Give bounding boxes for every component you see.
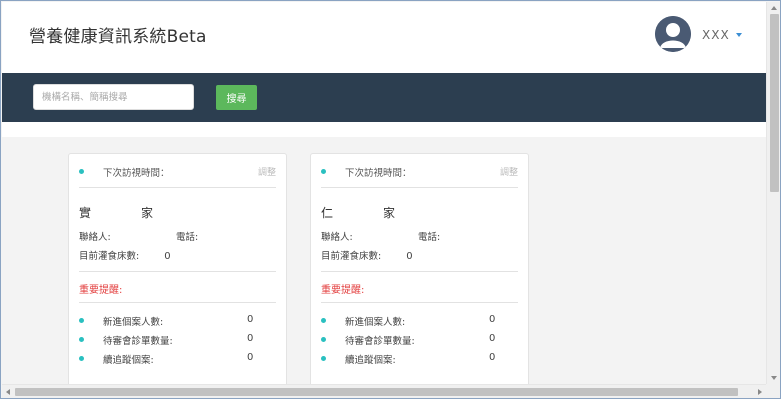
stat-value: 0 — [489, 352, 496, 363]
scrollbar-corner — [766, 384, 780, 398]
stat-row-pending-consults: 待審會診單數量: 0 — [79, 333, 276, 347]
scroll-left-icon[interactable] — [6, 389, 10, 395]
feeding-beds-value: 0 — [406, 251, 413, 262]
phone-label: 電話: — [418, 232, 441, 243]
adjust-link[interactable]: 調整 — [258, 165, 276, 178]
scroll-down-icon[interactable] — [771, 376, 777, 380]
contact-label: 聯絡人: — [79, 232, 111, 243]
facility-name-part: 仁 — [321, 206, 334, 220]
divider — [79, 302, 276, 303]
alert-title: 重要提醒: — [79, 285, 123, 296]
user-avatar-icon[interactable] — [655, 16, 691, 52]
search-button[interactable]: 搜尋 — [216, 85, 257, 110]
contact-label: 聯絡人: — [321, 232, 353, 243]
next-visit-label: 下次訪視時間： — [345, 168, 412, 179]
browser-viewport: 營養健康資訊系統Beta XXX 搜尋 下次訪視時間： 調整 實家 聯絡人: 電… — [0, 0, 781, 399]
stat-row-pending-consults: 待審會診單數量: 0 — [321, 333, 518, 347]
facility-name-part: 實 — [79, 206, 92, 220]
header-spacer — [2, 122, 766, 137]
vertical-scroll-thumb[interactable] — [770, 14, 779, 192]
top-header: 營養健康資訊系統Beta XXX — [2, 2, 766, 73]
stat-label: 新進個案人數: — [103, 317, 164, 328]
stat-label: 續追蹤個案: — [103, 355, 154, 366]
scroll-right-icon[interactable] — [758, 389, 762, 395]
scroll-up-icon[interactable] — [771, 6, 777, 10]
contact-row: 聯絡人: 電話: — [79, 229, 279, 243]
dot-icon — [79, 337, 84, 342]
facility-name-part: 家 — [141, 206, 154, 220]
dot-icon — [79, 318, 84, 323]
caret-down-icon[interactable] — [736, 33, 742, 37]
dot-icon — [79, 169, 84, 174]
divider — [321, 302, 518, 303]
search-bar: 搜尋 — [2, 73, 766, 122]
feeding-beds-row: 目前灌食床數: 0 — [79, 248, 171, 262]
stat-row-new-cases: 新進個案人數: 0 — [321, 314, 518, 328]
stat-row-follow-up: 續追蹤個案: 0 — [79, 352, 276, 366]
alert-title: 重要提醒: — [321, 285, 365, 296]
stat-value: 0 — [489, 333, 496, 344]
divider — [79, 271, 276, 272]
facility-name-part: 家 — [383, 206, 396, 220]
dot-icon — [321, 356, 326, 361]
facility-name[interactable]: 實家 — [79, 204, 153, 221]
vertical-scrollbar[interactable] — [766, 2, 780, 384]
search-input[interactable] — [33, 84, 194, 110]
feeding-beds-row: 目前灌食床數: 0 — [321, 248, 413, 262]
adjust-link[interactable]: 調整 — [500, 165, 518, 178]
horizontal-scroll-thumb[interactable] — [15, 388, 738, 396]
feeding-beds-value: 0 — [164, 251, 171, 262]
dot-icon — [321, 169, 326, 174]
next-visit-row: 下次訪視時間： 調整 — [321, 164, 518, 180]
divider — [321, 271, 518, 272]
contact-row: 聯絡人: 電話: — [321, 229, 521, 243]
facility-name[interactable]: 仁家 — [321, 204, 395, 221]
stat-row-new-cases: 新進個案人數: 0 — [79, 314, 276, 328]
stat-label: 待審會診單數量: — [345, 336, 415, 347]
stat-value: 0 — [247, 333, 254, 344]
stat-row-follow-up: 續追蹤個案: 0 — [321, 352, 518, 366]
facility-card: 下次訪視時間： 調整 實家 聯絡人: 電話: 目前灌食床數: 0 重要提醒: 新進… — [68, 153, 287, 393]
dot-icon — [321, 337, 326, 342]
user-name[interactable]: XXX — [702, 28, 730, 42]
stat-label: 新進個案人數: — [345, 317, 406, 328]
stat-value: 0 — [247, 352, 254, 363]
app-title: 營養健康資訊系統Beta — [29, 27, 207, 47]
stat-value: 0 — [247, 314, 254, 325]
phone-label: 電話: — [176, 232, 199, 243]
feeding-beds-label: 目前灌食床數: — [79, 251, 140, 262]
stat-label: 待審會診單數量: — [103, 336, 173, 347]
dot-icon — [321, 318, 326, 323]
feeding-beds-label: 目前灌食床數: — [321, 251, 382, 262]
dot-icon — [79, 356, 84, 361]
next-visit-row: 下次訪視時間： 調整 — [79, 164, 276, 180]
divider — [321, 187, 518, 188]
stat-label: 續追蹤個案: — [345, 355, 396, 366]
next-visit-label: 下次訪視時間： — [103, 168, 170, 179]
divider — [79, 187, 276, 188]
stat-value: 0 — [489, 314, 496, 325]
facility-card: 下次訪視時間： 調整 仁家 聯絡人: 電話: 目前灌食床數: 0 重要提醒: 新進… — [310, 153, 529, 393]
horizontal-scrollbar[interactable] — [2, 384, 766, 398]
